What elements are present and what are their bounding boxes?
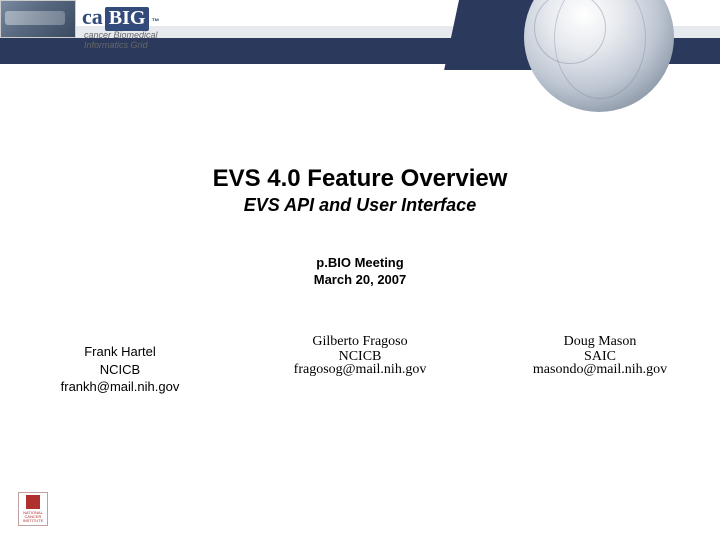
slide-title: EVS 4.0 Feature Overview	[0, 165, 720, 193]
author-email: frankh@mail.nih.gov	[0, 378, 240, 396]
nci-logo-text: NATIONAL CANCER INSTITUTE	[19, 511, 47, 523]
header-banner: caBIG™ cancer Biomedical Informatics Gri…	[0, 0, 720, 65]
nci-logo-mark	[26, 495, 40, 509]
author-name: Frank Hartel	[0, 343, 240, 361]
nci-logo: NATIONAL CANCER INSTITUTE	[18, 492, 48, 526]
banner-thumbnail	[0, 0, 76, 38]
meeting-info: p.BIO Meeting March 20, 2007	[0, 255, 720, 289]
author-email: fragosog@mail.nih.gov	[240, 361, 480, 380]
author-block: Doug Mason SAIC masondo@mail.nih.gov	[480, 333, 720, 396]
logo-prefix: ca	[82, 4, 103, 30]
author-org: NCICB	[0, 361, 240, 379]
logo-trademark: ™	[151, 17, 159, 26]
title-block: EVS 4.0 Feature Overview EVS API and Use…	[0, 165, 720, 216]
meeting-date: March 20, 2007	[0, 272, 720, 289]
author-block: Gilberto Fragoso NCICB fragosog@mail.nih…	[240, 333, 480, 396]
author-org: NCICB	[240, 352, 480, 361]
slide-subtitle: EVS API and User Interface	[0, 195, 720, 216]
author-block: Frank Hartel NCICB frankh@mail.nih.gov	[0, 333, 240, 396]
meeting-name: p.BIO Meeting	[0, 255, 720, 272]
cabig-logo: caBIG™ cancer Biomedical Informatics Gri…	[82, 4, 292, 38]
logo-subtitle-line2: Informatics Grid	[84, 41, 292, 51]
globe-icon	[524, 0, 674, 112]
author-org: SAIC	[480, 352, 720, 361]
authors-row: Frank Hartel NCICB frankh@mail.nih.gov G…	[0, 333, 720, 396]
logo-main: BIG	[105, 7, 150, 31]
author-email: masondo@mail.nih.gov	[480, 361, 720, 380]
